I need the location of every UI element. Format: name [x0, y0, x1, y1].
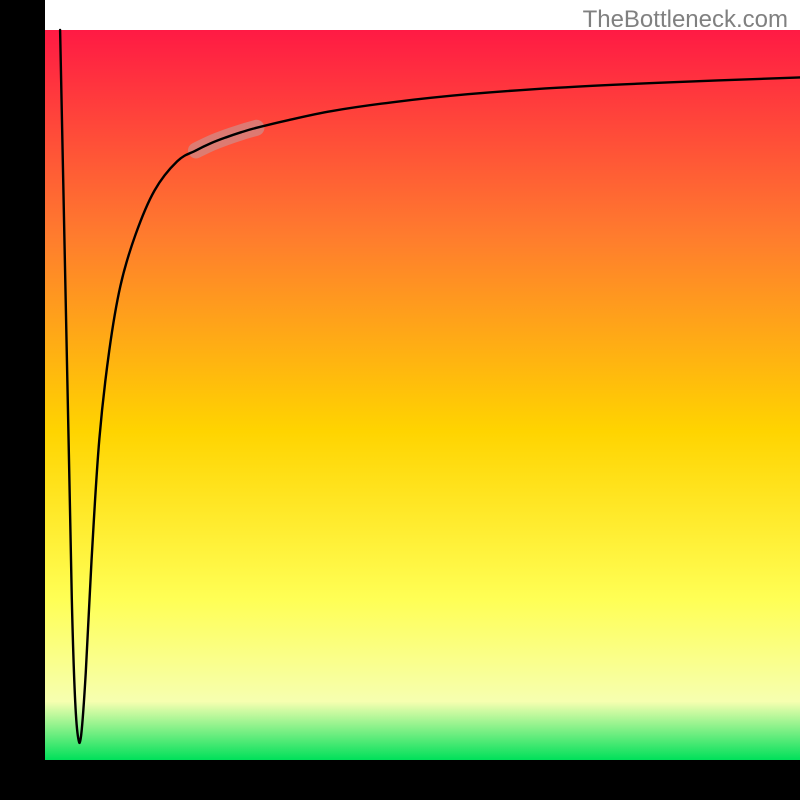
chart-stage: TheBottleneck.com — [0, 0, 800, 800]
bottleneck-chart — [0, 0, 800, 800]
watermark-text: TheBottleneck.com — [583, 6, 788, 34]
plot-background — [45, 30, 800, 760]
plot-frame-left — [0, 0, 45, 800]
plot-frame-bottom — [0, 760, 800, 800]
